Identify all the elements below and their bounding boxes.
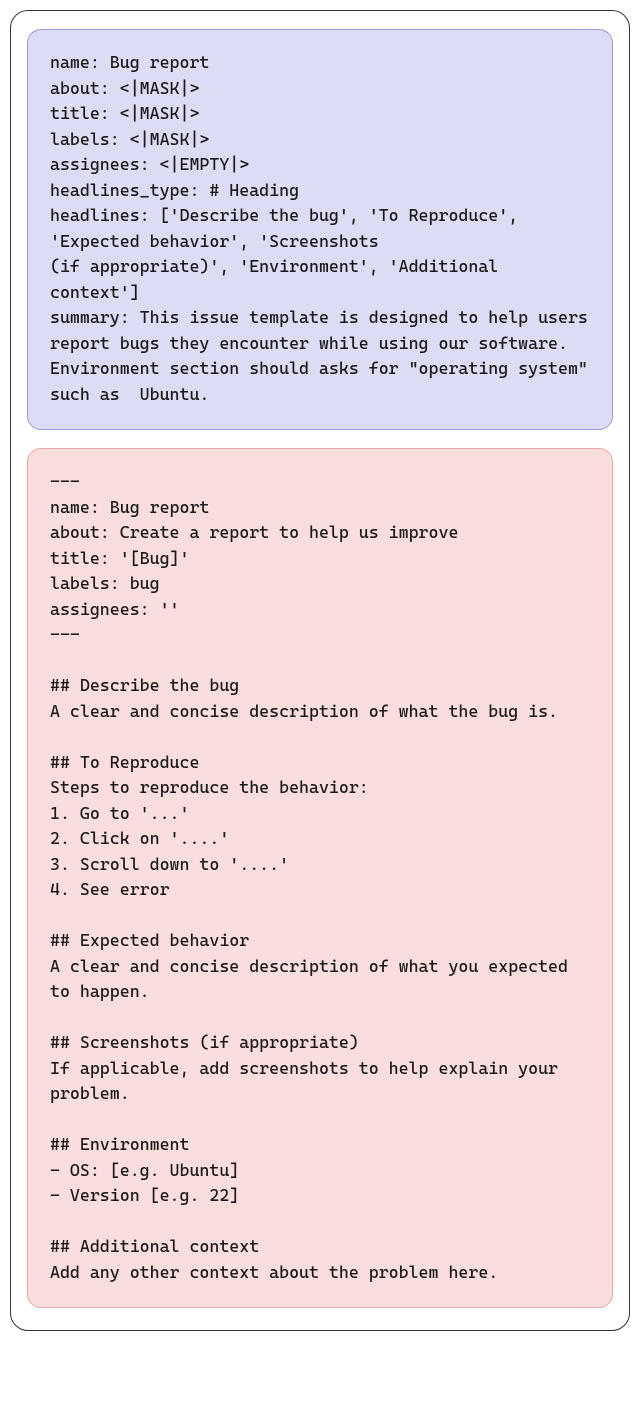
output-panel: --- name: Bug report about: Create a rep…: [27, 448, 613, 1308]
spec-panel: name: Bug report about: <|MASK|> title: …: [27, 29, 613, 430]
document-frame: name: Bug report about: <|MASK|> title: …: [10, 10, 630, 1331]
